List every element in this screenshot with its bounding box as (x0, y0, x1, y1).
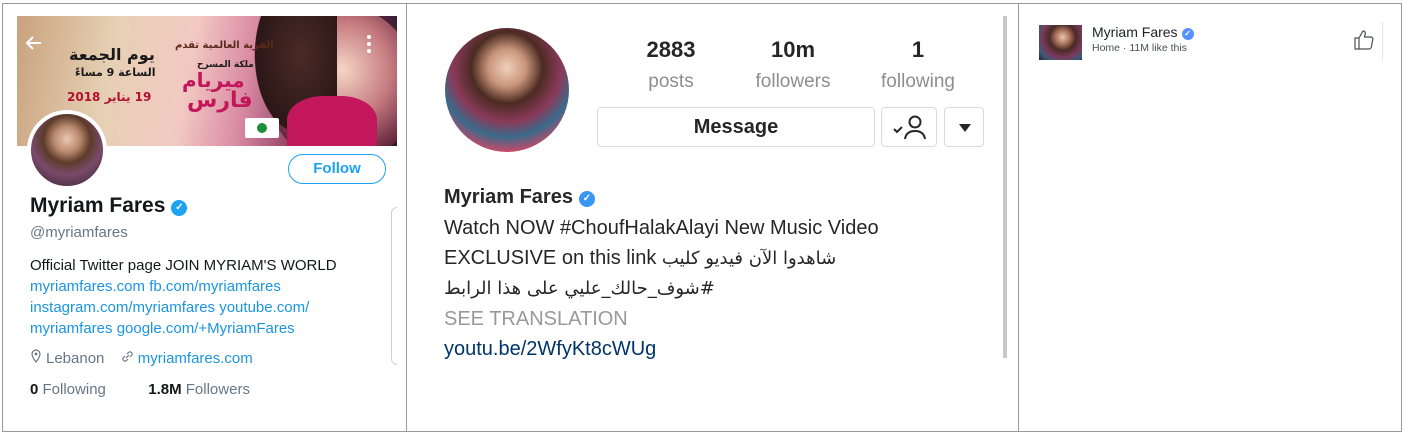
profile-bio: Official Twitter page JOIN MYRIAM'S WORL… (30, 255, 385, 339)
bio-link[interactable]: myriamfares (30, 320, 113, 337)
verified-badge-icon: ✓ (1181, 28, 1194, 40)
followers-label: Followers (185, 381, 250, 398)
page-name[interactable]: Myriam Fares ✓ (1092, 24, 1194, 40)
avatar[interactable] (1039, 25, 1082, 60)
bio-line: EXCLUSIVE on this link شاهدوا الآن فيديو… (444, 243, 1004, 274)
bio-text-arabic: #شوف_حالك_عليي على هذا الرابط (444, 278, 715, 299)
back-arrow-icon[interactable] (23, 32, 45, 54)
following-label: Following (42, 381, 106, 398)
follow-button[interactable]: Follow (288, 154, 386, 184)
following-count: 1 (911, 37, 925, 62)
location-pin-icon (30, 349, 42, 366)
page-name-text: Myriam Fares (1092, 24, 1178, 40)
twitter-profile-panel: القرية العالمية تقدم يوم الجمعة ملكة الم… (2, 3, 407, 432)
bio-link[interactable]: youtu.be/2WfyKt8cWUg (444, 334, 1004, 364)
website-link[interactable]: myriamfares.com (138, 350, 253, 367)
instagram-profile-panel: 2883 posts 10m followers 1 following Mes… (406, 3, 1019, 432)
profile-bio: Watch NOW #ChoufHalakAlayi New Music Vid… (444, 213, 1004, 364)
more-options-icon[interactable] (363, 32, 375, 56)
following-count: 0 (30, 381, 39, 398)
see-translation-link[interactable]: SEE TRANSLATION (444, 304, 1004, 334)
bio-link[interactable]: instagram.com/myriamfares (30, 299, 215, 316)
like-button[interactable] (1352, 28, 1376, 52)
banner-text: يوم الجمعة (69, 45, 155, 64)
facebook-page-panel: Myriam Fares ✓ Home · 11M like this (1018, 3, 1402, 432)
following-stat[interactable]: 1 following (875, 37, 961, 93)
divider (1382, 22, 1383, 60)
profile-name-text: Myriam Fares (30, 194, 166, 217)
posts-stat[interactable]: 2883 posts (629, 37, 713, 93)
banner-text: الساعة 9 مساءً (75, 66, 156, 79)
bio-link[interactable]: myriamfares.com (30, 278, 145, 295)
following-stat[interactable]: 0 Following (30, 381, 106, 398)
page-subtitle: Home · 11M like this (1092, 42, 1187, 54)
following-status-button[interactable] (881, 107, 937, 147)
bio-text: EXCLUSIVE on this link (444, 247, 657, 269)
posts-label: posts (648, 71, 694, 92)
followers-stat[interactable]: 10m followers (743, 37, 843, 93)
scroll-rail (391, 207, 397, 365)
profile-name-text: Myriam Fares (444, 186, 573, 208)
message-button[interactable]: Message (597, 107, 875, 147)
avatar[interactable] (27, 110, 107, 190)
user-check-icon (893, 115, 926, 140)
verified-badge-icon: ✓ (578, 191, 595, 207)
followers-count: 1.8M (148, 381, 182, 398)
followers-stat[interactable]: 1.8M Followers (148, 381, 250, 398)
avatar[interactable] (445, 28, 569, 152)
profile-meta: Lebanon myriamfares.com (30, 349, 253, 367)
banner-text: 19 يناير 2018 (67, 90, 152, 104)
caret-down-icon (959, 124, 971, 132)
thumbs-up-icon (1354, 30, 1374, 50)
profile-name: Myriam Fares ✓ (444, 186, 595, 209)
followers-count: 10m (770, 37, 816, 62)
banner-text: فارس (187, 88, 253, 113)
profile-name: Myriam Fares ✓ (30, 194, 188, 218)
bio-text: Official Twitter page JOIN MYRIAM'S WORL… (30, 257, 337, 274)
bio-text-arabic: شاهدوا الآن فيديو كليب (661, 248, 837, 269)
location-text: Lebanon (46, 350, 105, 367)
verified-badge-icon: ✓ (171, 200, 188, 216)
scrollbar[interactable] (1003, 16, 1007, 358)
dropdown-button[interactable] (944, 107, 984, 147)
bio-line: Watch NOW #ChoufHalakAlayi New Music Vid… (444, 217, 879, 239)
followers-label: followers (755, 71, 831, 92)
sponsor-logo (245, 118, 279, 138)
posts-count: 2883 (646, 37, 696, 62)
bio-link[interactable]: youtube.com/ (219, 299, 309, 316)
follow-counts: 0 Following 1.8M Followers (30, 381, 250, 398)
banner-text: القرية العالمية تقدم (175, 40, 274, 51)
link-icon (121, 350, 134, 366)
profile-handle: @myriamfares (30, 224, 128, 241)
following-label: following (881, 71, 955, 92)
bio-link[interactable]: google.com/+MyriamFares (117, 320, 295, 337)
bio-link[interactable]: fb.com/myriamfares (149, 278, 281, 295)
